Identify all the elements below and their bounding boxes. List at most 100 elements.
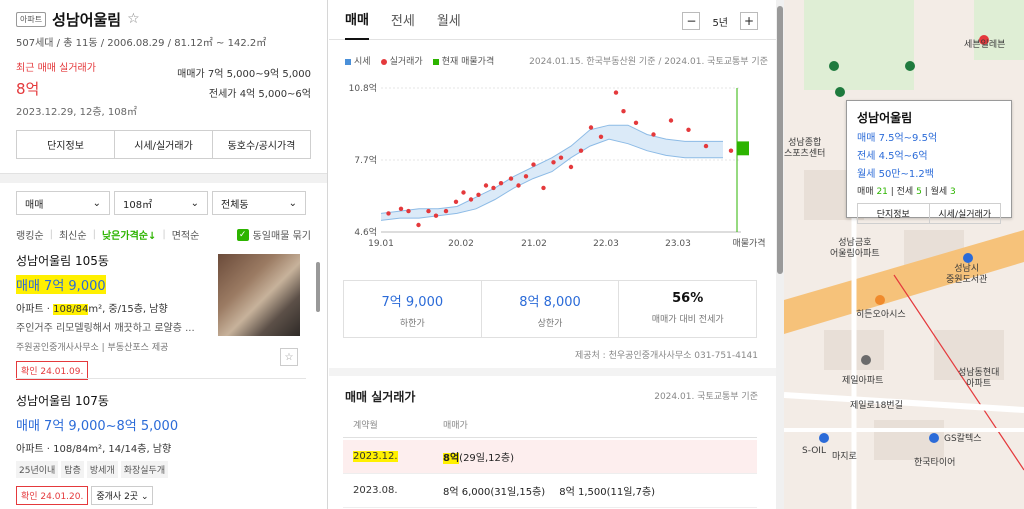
actual-trade-point: [633, 120, 639, 125]
count-jeonse-label: 전세: [896, 187, 914, 197]
current-listing-bar: [737, 141, 749, 156]
listing-photo[interactable]: [218, 254, 300, 336]
legend-current: 현재 매물가격: [432, 54, 495, 67]
map-canvas[interactable]: [784, 0, 1024, 509]
tab-jeonse[interactable]: 전세: [391, 0, 415, 40]
list-scrollbar[interactable]: [316, 262, 320, 312]
sale-range: 7억 5,000~9억 5,000: [207, 69, 311, 80]
recent-trade-label: 최근 매매 실거래가: [16, 63, 96, 74]
actual-trade-point: [426, 208, 431, 214]
real-trade-header: 계약월 매매가: [343, 412, 757, 438]
actual-trade-point: [453, 199, 459, 204]
sale-range-label: 매매가: [177, 69, 205, 80]
park-area: [974, 0, 1024, 60]
period-minus-button[interactable]: −: [682, 12, 701, 30]
parking-icon: [835, 87, 845, 97]
actual-trade-point: [433, 213, 439, 218]
period-plus-button[interactable]: +: [740, 12, 758, 30]
actual-trade-point: [558, 155, 564, 160]
popup-complex-info-button[interactable]: 단지정보: [858, 204, 930, 223]
popup-counts: 매매 21 | 전세 5 | 월세 3: [857, 187, 956, 197]
x-tick-label: 매물가격: [732, 237, 765, 249]
actual-trade-point: [686, 127, 691, 132]
scrollbar-thumb[interactable]: [777, 6, 783, 274]
actual-trade-point: [531, 162, 536, 167]
row-price-second: 8억 1,500(11일,7층): [559, 487, 656, 498]
group-same-label: 동일매물 묶기: [252, 231, 311, 242]
filter-bar: 매매 ⌄ 108㎡ ⌄ 전체동 ⌄: [0, 183, 327, 215]
gas-station-icon: [929, 433, 939, 443]
price-chart[interactable]: 10.8억 7.7억 4.6억19.01 20.02 21.02 22.03 23.03 매물…: [329, 74, 784, 254]
map-label-tire: 한국타이어: [914, 458, 956, 468]
market-swatch: [345, 58, 351, 65]
sort-low-price[interactable]: 낮은가격순↓: [102, 227, 156, 242]
listing-agent: 주원공인중개사사무소 | 부동산포스 제공: [16, 343, 169, 353]
listing-divider: [16, 378, 306, 379]
period-value: 5년: [712, 17, 728, 29]
listing-desc-prefix: 아파트 ·: [16, 304, 54, 315]
legend-market: 시세: [345, 54, 371, 67]
map-label-soil: S-OIL: [802, 446, 826, 456]
row-price-extra: (29일,12층): [459, 453, 515, 464]
group-same-toggle[interactable]: ✓ 동일매물 묶기: [236, 227, 311, 242]
street: [784, 392, 1024, 413]
parking-icon: [905, 61, 915, 71]
listing-name: 성남어울림 107동: [16, 394, 109, 408]
tag: 화장실두개: [120, 461, 169, 478]
actual-trade-point: [568, 164, 574, 170]
stat-ratio-value: 56%: [672, 291, 704, 306]
col-price: 매매가: [443, 421, 468, 431]
favorite-star-icon[interactable]: ☆: [127, 11, 140, 27]
panel-scrollbar[interactable]: [776, 0, 784, 509]
section-divider: [329, 368, 784, 376]
tab-market-price[interactable]: 시세/실거래가: [115, 131, 213, 158]
listing-desc: 아파트 · 108/84m², 14/14층, 남향: [16, 444, 172, 455]
y-tick-label: 10.8억: [349, 82, 377, 94]
listing-item[interactable]: 성남어울림 107동 매매 7억 9,000~8억 5,000 아파트 · 10…: [16, 392, 306, 505]
row-month-value: 2023.12.: [353, 451, 398, 462]
sort-ranking[interactable]: 랭킹순: [16, 227, 44, 242]
building-icon: [861, 355, 871, 365]
popup-jeonse: 전세 4.5억~6억: [857, 151, 928, 162]
tab-sale[interactable]: 매매: [345, 0, 369, 40]
type-badge: 아파트: [16, 11, 47, 27]
actual-trade-point: [621, 109, 626, 114]
table-row[interactable]: 2023.12. 8억(29일,12층): [343, 440, 757, 474]
table-row[interactable]: 2023.08. 8억 6,000(31일,15층) 8억 1,500(11일,7…: [343, 474, 757, 508]
legend-current-label: 현재 매물가격: [441, 57, 495, 67]
confirm-badge: 확인 24.01.20.: [16, 486, 89, 505]
check-icon: ✓: [236, 228, 249, 241]
popup-name: 성남어울림: [857, 111, 913, 125]
listing-tags: 25년이내 탑층 방세개 화장실두개: [16, 461, 306, 478]
favorite-star-icon[interactable]: ☆: [280, 348, 298, 366]
actual-trade-point: [668, 118, 674, 123]
price-type-tabs: 매매 전세 월세 − 5년 +: [329, 0, 784, 40]
stat-high-label: 상한가: [537, 319, 563, 329]
popup-market-price-button[interactable]: 시세/실거래가: [930, 204, 1001, 223]
map-label-street: 제일로18번길: [850, 401, 903, 411]
actual-trade-point: [613, 90, 619, 95]
popup-sale: 매매 7.5억~9.5억: [857, 133, 938, 144]
count-monthly: 3: [950, 187, 956, 197]
poi-icon: [875, 295, 885, 305]
popup-monthly: 월세 50만~1.2백: [857, 169, 934, 180]
chart-legend: 시세 실거래가 현재 매물가격 2024.01.15. 한국부동산원 기준 / …: [329, 54, 784, 67]
tab-unit-price[interactable]: 동호수/공시가격: [213, 131, 310, 158]
map-popup[interactable]: 성남어울림 매매 7.5억~9.5억 전세 4.5억~6억 월세 50만~1.2…: [846, 100, 1012, 224]
col-month: 계약월: [353, 421, 378, 431]
sort-latest[interactable]: 최신순: [59, 227, 87, 242]
dong-select[interactable]: 전체동 ⌄: [212, 191, 306, 215]
trade-type-select[interactable]: 매매 ⌄: [16, 191, 110, 215]
tab-complex-info[interactable]: 단지정보: [17, 131, 115, 158]
map-label-poi: 히든오아시스: [856, 310, 906, 320]
agent-count-button[interactable]: 중개사 2곳 ⌄: [91, 486, 154, 505]
row-price-value: 8억: [443, 453, 460, 464]
stat-low: 7억 9,000 하한가: [344, 281, 482, 337]
stat-high-value: 8억 8,000: [519, 295, 581, 310]
tab-monthly[interactable]: 월세: [437, 0, 461, 40]
sort-area[interactable]: 면적순: [172, 227, 200, 242]
map-view[interactable]: 세븐일레븐 성남종합 스포츠센터 성남금호 어울림아파트 성남시 중원도서관 히…: [784, 0, 1024, 509]
area-select[interactable]: 108㎡ ⌄: [114, 191, 208, 215]
chevron-down-icon: ⌄: [190, 197, 199, 209]
price-panel: 매매 전세 월세 − 5년 + 시세 실거래가 현재 매물가격 2024.01.…: [329, 0, 784, 509]
